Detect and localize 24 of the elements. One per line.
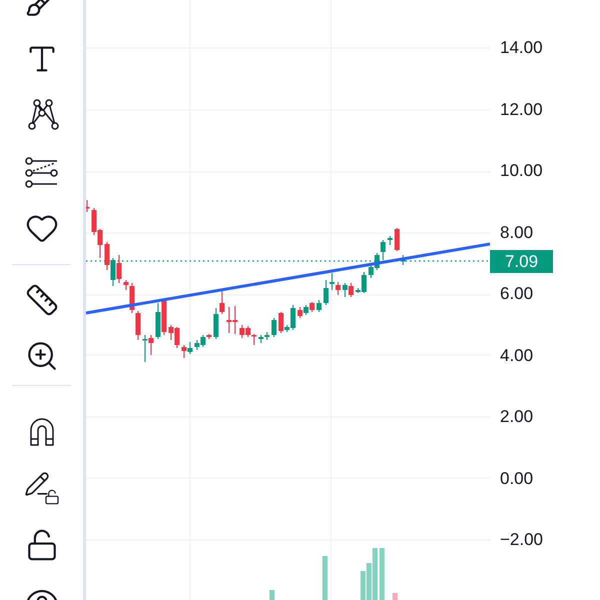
candle <box>272 318 276 338</box>
volume-bar <box>270 590 274 600</box>
candle <box>316 300 322 312</box>
candle <box>400 254 406 266</box>
price-axis-label: −2.00 <box>500 529 544 551</box>
price-axis-label: 10.00 <box>500 160 543 182</box>
volume-bar <box>392 593 398 600</box>
candle <box>86 200 90 212</box>
candle <box>394 228 400 252</box>
ruler-icon[interactable] <box>24 282 58 317</box>
price-axis-label: 0.00 <box>500 468 534 490</box>
lines-icon[interactable] <box>24 154 58 189</box>
price-axis-label: 4.00 <box>500 344 534 366</box>
candle <box>388 236 392 246</box>
price-axis-label: 2.00 <box>500 406 534 428</box>
pencil-lock-icon[interactable] <box>24 471 60 506</box>
price-axis-label: 8.00 <box>500 222 534 244</box>
price-axis-label: 14.00 <box>500 37 543 59</box>
price-axis-label: 6.00 <box>500 283 534 305</box>
last-price-label: 7.09 <box>490 250 553 273</box>
price-axis-label: 12.00 <box>500 98 543 120</box>
trend-line[interactable] <box>86 242 490 314</box>
volume-bar <box>380 548 384 600</box>
volume-bar <box>322 556 328 600</box>
